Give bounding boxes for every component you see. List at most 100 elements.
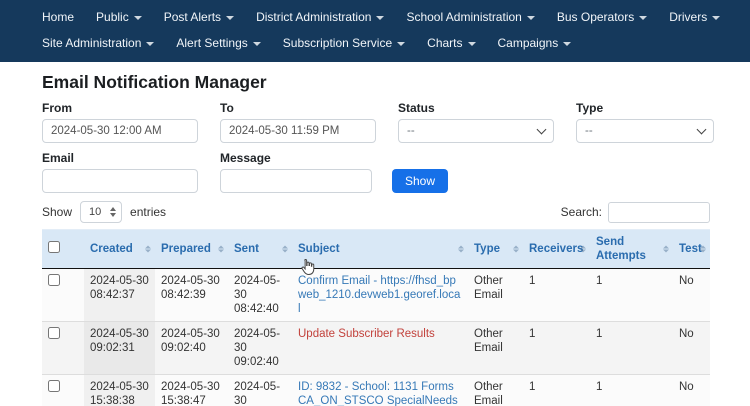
select-all-header <box>42 230 84 269</box>
chevron-down-icon <box>134 16 142 20</box>
top-navbar: Home Public Post Alerts District Adminis… <box>0 0 750 62</box>
column-header-label: Sent <box>234 243 259 255</box>
column-header-test[interactable]: Test <box>673 230 710 269</box>
table-controls: Show 10 entries Search: <box>42 201 710 223</box>
status-field-group: Status -- <box>398 101 554 143</box>
prepared-cell: 2024-05-30 08:42:39 <box>155 269 228 322</box>
to-label: To <box>220 101 376 115</box>
chevron-down-icon <box>376 16 384 20</box>
type-select[interactable]: -- <box>576 119 714 143</box>
row-select-cell <box>42 375 84 406</box>
nav-item-drivers[interactable]: Drivers <box>669 10 720 24</box>
column-header-label: Receivers <box>529 243 583 255</box>
to-input[interactable] <box>220 119 376 143</box>
type-label: Type <box>576 101 714 115</box>
email-input[interactable] <box>42 169 198 193</box>
column-header-send-attempts[interactable]: Send Attempts <box>590 230 673 269</box>
type-cell: Other Email <box>468 322 523 375</box>
status-label: Status <box>398 101 554 115</box>
show-entries-label: Show <box>42 205 72 219</box>
sort-arrows-icon <box>700 246 706 253</box>
column-header-label: Type <box>474 243 500 255</box>
chevron-down-icon <box>563 42 571 46</box>
message-input[interactable] <box>220 169 372 193</box>
from-input[interactable] <box>42 119 198 143</box>
to-field-group: To <box>220 101 376 143</box>
subject-link[interactable]: ID: 9832 - School: 1131 Forms CA_ON_STSC… <box>298 381 460 406</box>
chevron-down-icon <box>712 16 720 20</box>
column-header-receivers[interactable]: Receivers <box>523 230 590 269</box>
row-select-cell <box>42 269 84 322</box>
prepared-cell: 2024-05-30 09:02:40 <box>155 322 228 375</box>
nav-item-label: Site Administration <box>42 36 141 50</box>
search-control: Search: <box>561 202 710 223</box>
sent-cell: 2024-05-30 09:02:40 <box>228 322 292 375</box>
search-input[interactable] <box>608 202 710 223</box>
nav-item-district-administration[interactable]: District Administration <box>256 10 384 24</box>
status-select[interactable]: -- <box>398 119 554 143</box>
nav-item-label: Subscription Service <box>283 36 392 50</box>
nav-item-label: Bus Operators <box>557 10 634 24</box>
table-row: 2024-05-30 15:38:38 2024-05-30 15:38:47 … <box>42 375 710 406</box>
column-header-label: Subject <box>298 243 340 255</box>
type-cell: Other Email <box>468 269 523 322</box>
send-attempts-cell: 1 <box>590 322 673 375</box>
sort-arrows-icon <box>218 246 224 253</box>
filter-row-2: Email Message Show <box>42 151 710 193</box>
up-down-arrows-icon <box>110 207 116 217</box>
subject-link-hovered[interactable]: Update Subscriber Results <box>298 328 435 340</box>
chevron-down-icon <box>226 16 234 20</box>
nav-item-school-administration[interactable]: School Administration <box>406 10 534 24</box>
filter-row-1: From To Status -- Type -- <box>42 101 710 143</box>
sent-cell: 2024-05-30 15:38:48 <box>228 375 292 406</box>
page-size-select[interactable]: 10 <box>80 201 122 223</box>
nav-item-campaigns[interactable]: Campaigns <box>498 36 572 50</box>
chevron-down-icon <box>639 16 647 20</box>
column-header-label: Prepared <box>161 243 211 255</box>
email-field-group: Email <box>42 151 198 193</box>
select-all-checkbox[interactable] <box>48 241 60 253</box>
column-header-label: Created <box>90 243 133 255</box>
test-cell: No <box>673 269 710 322</box>
send-attempts-cell: 1 <box>590 269 673 322</box>
column-header-label: Test <box>679 243 702 255</box>
nav-item-label: Campaigns <box>498 36 559 50</box>
nav-item-home[interactable]: Home <box>42 10 74 24</box>
nav-item-charts[interactable]: Charts <box>427 36 475 50</box>
nav-item-post-alerts[interactable]: Post Alerts <box>164 10 234 24</box>
column-header-subject[interactable]: Subject <box>292 230 468 269</box>
status-selected-value: -- <box>407 125 415 137</box>
page-title: Email Notification Manager <box>42 72 710 93</box>
prepared-cell: 2024-05-30 15:38:47 <box>155 375 228 406</box>
nav-item-label: Drivers <box>669 10 707 24</box>
chevron-down-icon <box>527 16 535 20</box>
table-row: 2024-05-30 08:42:37 2024-05-30 08:42:39 … <box>42 269 710 322</box>
column-header-type[interactable]: Type <box>468 230 523 269</box>
row-checkbox[interactable] <box>48 274 60 286</box>
type-field-group: Type -- <box>576 101 714 143</box>
row-checkbox[interactable] <box>48 380 60 392</box>
nav-item-alert-settings[interactable]: Alert Settings <box>176 36 260 50</box>
nav-item-subscription-service[interactable]: Subscription Service <box>283 36 405 50</box>
test-cell: No <box>673 322 710 375</box>
show-button[interactable]: Show <box>392 169 448 193</box>
nav-item-label: Home <box>42 10 74 24</box>
nav-item-bus-operators[interactable]: Bus Operators <box>557 10 647 24</box>
page-length-control: Show 10 entries <box>42 201 166 223</box>
column-header-sent[interactable]: Sent <box>228 230 292 269</box>
test-cell: No <box>673 375 710 406</box>
created-cell: 2024-05-30 15:38:38 <box>84 375 155 406</box>
nav-item-public[interactable]: Public <box>96 10 142 24</box>
type-selected-value: -- <box>585 125 593 137</box>
search-label: Search: <box>561 205 602 219</box>
table-header-row: Created Prepared Sent Subject Type Recei… <box>42 230 710 269</box>
nav-item-label: Post Alerts <box>164 10 221 24</box>
chevron-down-icon <box>146 42 154 46</box>
subject-link[interactable]: Confirm Email - https://fhsd_bpweb_1210.… <box>298 275 460 315</box>
nav-item-site-administration[interactable]: Site Administration <box>42 36 154 50</box>
sort-arrows-icon <box>282 246 288 253</box>
row-checkbox[interactable] <box>48 327 60 339</box>
column-header-prepared[interactable]: Prepared <box>155 230 228 269</box>
sort-arrows-icon <box>580 246 586 253</box>
column-header-created[interactable]: Created <box>84 230 155 269</box>
